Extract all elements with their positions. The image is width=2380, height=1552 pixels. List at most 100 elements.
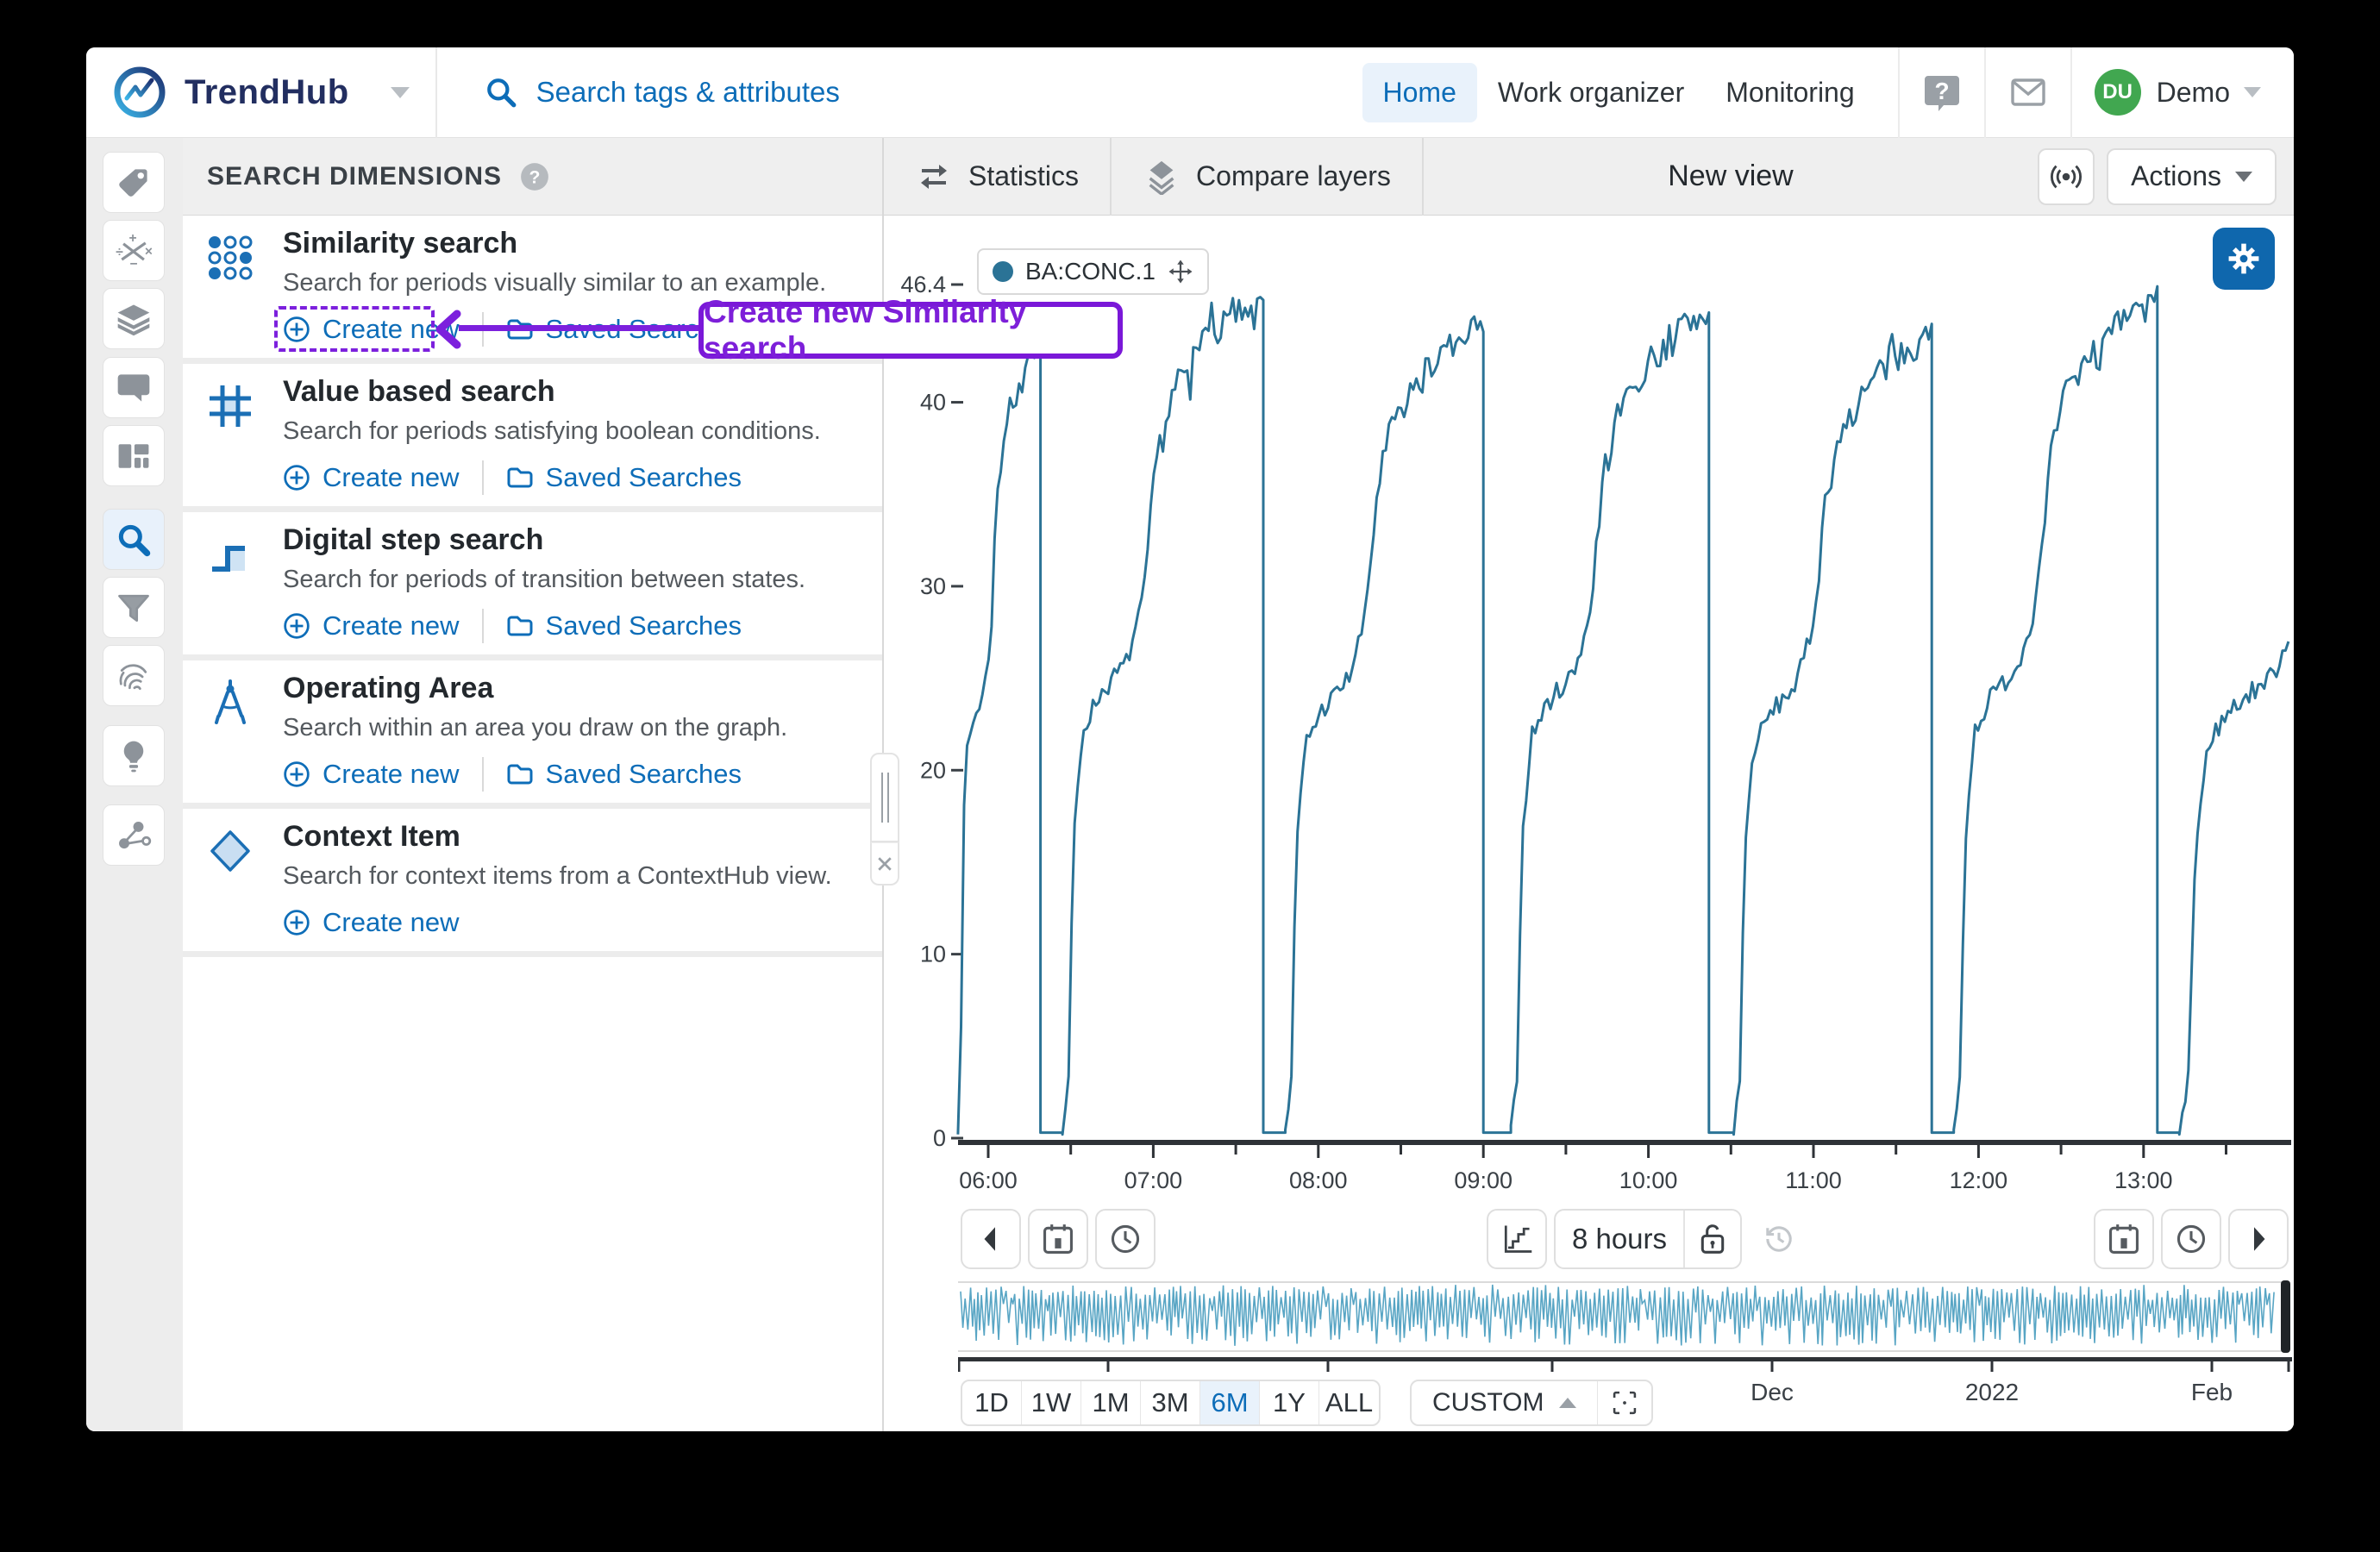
- brand[interactable]: TrendHub: [86, 65, 410, 120]
- card-title: Digital step search: [283, 523, 805, 557]
- user-name[interactable]: Demo: [2157, 77, 2230, 109]
- folder-icon: [506, 760, 534, 788]
- chevron-down-icon: [2235, 172, 2252, 182]
- sidebar-item-machine-learning[interactable]: [103, 804, 165, 866]
- sidebar-item-tags[interactable]: [103, 152, 165, 213]
- series-color-dot: [993, 261, 1013, 282]
- network-nodes-icon: [115, 817, 153, 854]
- svg-text:?: ?: [529, 167, 541, 187]
- help-icon[interactable]: ?: [1922, 72, 1962, 112]
- operating-area-icon: [207, 679, 254, 726]
- actions-button[interactable]: Actions: [2107, 148, 2277, 205]
- help-circle-icon[interactable]: ?: [519, 161, 550, 192]
- annotation-label: Create new Similarity search: [698, 302, 1123, 359]
- search-dimension-list: Similarity search Search for periods vis…: [183, 216, 882, 1431]
- end-date-picker-button[interactable]: [2094, 1209, 2154, 1269]
- card-digital-step-search: Digital step search Search for periods o…: [183, 512, 882, 660]
- time-range-bar: 1D 1W 1M 3M 6M 1Y ALL CUSTOM: [961, 1380, 1653, 1426]
- saved-searches-value-link[interactable]: Saved Searches: [506, 462, 742, 493]
- create-new-value-link[interactable]: Create new: [283, 462, 460, 493]
- pan-right-button[interactable]: [2228, 1209, 2289, 1269]
- pan-left-button[interactable]: [961, 1209, 1021, 1269]
- sidebar-item-search[interactable]: [103, 509, 165, 570]
- create-new-operating-area-link[interactable]: Create new: [283, 759, 460, 790]
- create-new-digital-step-link[interactable]: Create new: [283, 610, 460, 641]
- nav-monitoring[interactable]: Monitoring: [1705, 63, 1875, 122]
- brand-chevron-down-icon[interactable]: [391, 87, 410, 98]
- plus-circle-icon: [283, 464, 310, 491]
- svg-text:10: 10: [920, 942, 946, 967]
- duration-control: 8 hours: [1554, 1209, 1742, 1269]
- svg-text:08:00: 08:00: [1289, 1167, 1348, 1193]
- duration-lock-button[interactable]: [1685, 1222, 1740, 1256]
- range-1y[interactable]: 1Y: [1260, 1381, 1319, 1424]
- layers-icon: [115, 300, 153, 338]
- search-input[interactable]: [536, 76, 1054, 109]
- history-icon: [1762, 1222, 1796, 1256]
- chart-settings-button[interactable]: [2213, 228, 2275, 290]
- sidebar-item-dashboard[interactable]: [103, 425, 165, 486]
- avatar[interactable]: DU: [2095, 69, 2141, 116]
- calendar-icon: [1041, 1222, 1075, 1256]
- start-time-picker-button[interactable]: [1095, 1209, 1156, 1269]
- sidebar-item-calculations[interactable]: +÷ ×−: [103, 220, 165, 281]
- end-time-picker-button[interactable]: [2161, 1209, 2221, 1269]
- sidebar-item-comments[interactable]: [103, 357, 165, 418]
- splitter-grip[interactable]: [870, 753, 899, 842]
- duration-value[interactable]: 8 hours: [1556, 1223, 1683, 1255]
- nav-home[interactable]: Home: [1362, 63, 1477, 122]
- custom-range-control: CUSTOM: [1410, 1380, 1653, 1426]
- custom-range-button[interactable]: CUSTOM: [1412, 1381, 1598, 1424]
- divider: [1984, 47, 1986, 138]
- card-operating-area: Operating Area Search within an area you…: [183, 660, 882, 809]
- clock-icon: [2174, 1222, 2208, 1256]
- tag-chip[interactable]: BA:CONC.1: [977, 248, 1209, 295]
- range-all[interactable]: ALL: [1319, 1381, 1379, 1424]
- nav-work-organizer[interactable]: Work organizer: [1477, 63, 1705, 122]
- screenshot-frame: TrendHub Home Work organizer Monitoring …: [0, 0, 2380, 1552]
- sidebar-item-filter[interactable]: [103, 577, 165, 638]
- similarity-search-icon: [207, 235, 254, 281]
- saved-searches-digital-step-link[interactable]: Saved Searches: [506, 610, 742, 641]
- compare-layers-button[interactable]: Compare layers: [1112, 138, 1424, 216]
- divider: [1898, 47, 1900, 138]
- range-1w[interactable]: 1W: [1022, 1381, 1081, 1424]
- start-date-picker-button[interactable]: [1028, 1209, 1088, 1269]
- mail-icon[interactable]: [2008, 72, 2048, 112]
- range-6m[interactable]: 6M: [1200, 1381, 1260, 1424]
- create-new-context-item-link[interactable]: Create new: [283, 907, 460, 938]
- expand-range-button[interactable]: [1598, 1381, 1651, 1424]
- range-1m[interactable]: 1M: [1081, 1381, 1141, 1424]
- statistics-button[interactable]: Statistics: [884, 138, 1112, 216]
- collapse-panel-button[interactable]: [870, 842, 899, 886]
- svg-text:06:00: 06:00: [959, 1167, 1018, 1193]
- range-1d[interactable]: 1D: [962, 1381, 1022, 1424]
- svg-text:10:00: 10:00: [1619, 1167, 1678, 1193]
- user-chevron-down-icon[interactable]: [2244, 87, 2261, 97]
- svg-text:20: 20: [920, 757, 946, 783]
- trend-scale-button[interactable]: [1487, 1209, 1547, 1269]
- live-mode-button[interactable]: [2038, 148, 2095, 205]
- triangle-left-icon: [974, 1222, 1008, 1256]
- sidebar-item-fingerprint[interactable]: [103, 645, 165, 706]
- sidebar-item-recommendations[interactable]: [103, 725, 165, 786]
- svg-text:09:00: 09:00: [1454, 1167, 1513, 1193]
- trendhub-logo-icon: [112, 65, 167, 120]
- close-icon: [877, 856, 892, 872]
- card-description: Search within an area you draw on the gr…: [283, 710, 787, 745]
- card-description: Search for periods satisfying boolean co…: [283, 414, 821, 448]
- card-title: Operating Area: [283, 671, 787, 705]
- brand-name: TrendHub: [185, 73, 349, 112]
- svg-text:−: −: [129, 257, 137, 270]
- swap-arrows-icon: [915, 159, 953, 195]
- range-3m[interactable]: 3M: [1141, 1381, 1200, 1424]
- clock-icon: [1108, 1222, 1143, 1256]
- context-item-icon: [207, 828, 254, 874]
- saved-searches-operating-area-link[interactable]: Saved Searches: [506, 759, 742, 790]
- move-icon[interactable]: [1168, 259, 1193, 285]
- history-button[interactable]: [1749, 1209, 1809, 1269]
- overview-strip[interactable]: [958, 1280, 2292, 1353]
- panel-splitter[interactable]: [870, 753, 899, 886]
- sidebar-item-layers[interactable]: [103, 288, 165, 349]
- card-context-item: Context Item Search for context items fr…: [183, 809, 882, 957]
